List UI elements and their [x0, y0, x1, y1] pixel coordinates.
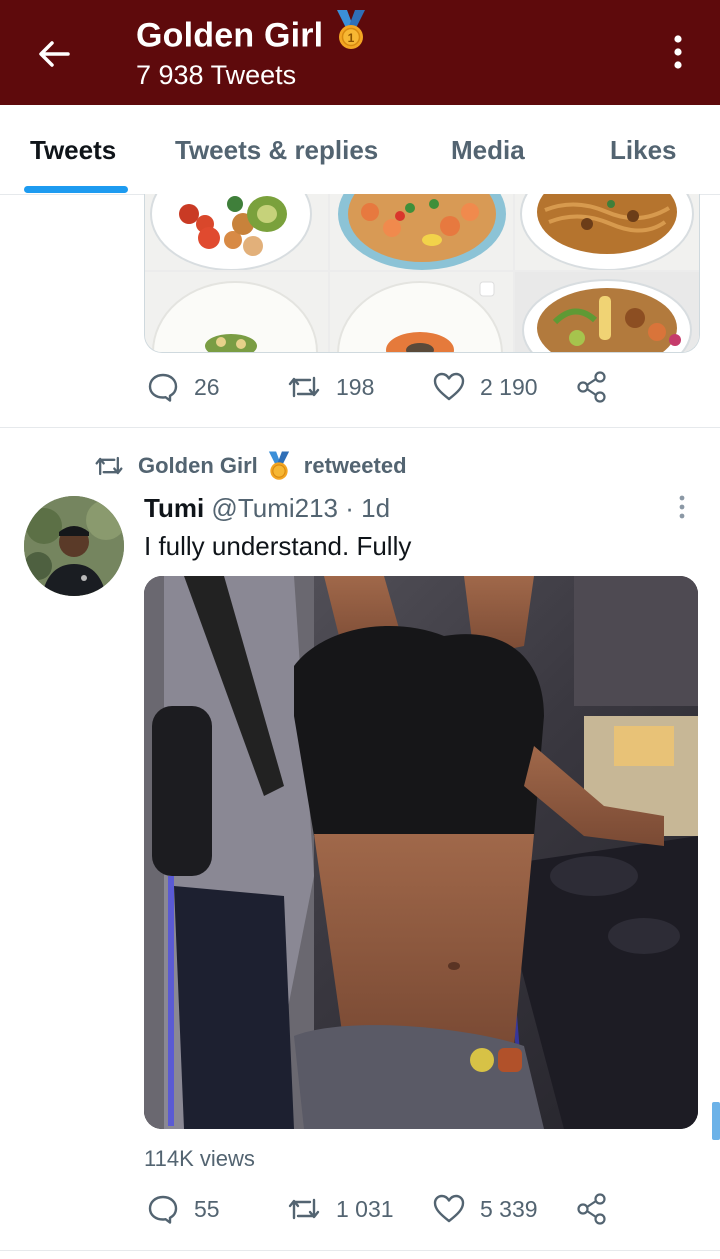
share-icon [577, 371, 606, 403]
tab-likes[interactable]: Likes [610, 135, 677, 166]
share-button[interactable] [576, 370, 622, 404]
page-title: Golden Girl 1 [136, 10, 369, 61]
retweeted-label: retweeted [303, 453, 407, 478]
view-count: 114K views [144, 1146, 255, 1171]
food-image [515, 272, 699, 352]
reply-button[interactable]: 26 [146, 370, 220, 404]
tweet-count: 7 938 Tweets [136, 60, 297, 90]
food-image [145, 272, 328, 352]
reply-button[interactable]: 55 [146, 1192, 220, 1226]
more-vertical-icon [679, 495, 685, 519]
reply-icon [148, 1195, 178, 1224]
tweet-text: I fully understand. Fully [144, 531, 412, 561]
reply-count: 26 [194, 373, 220, 400]
tweet-actions: 26 198 2 190 [146, 370, 616, 410]
medal-icon: 1 [333, 8, 369, 61]
heart-icon [433, 372, 465, 401]
retweet-count: 198 [336, 373, 375, 400]
profile-header: Golden Girl 1 7 938 Tweets [0, 0, 720, 105]
tweet-time: · 1d [345, 493, 391, 523]
tweet-image-grid[interactable] [144, 194, 700, 353]
food-image [515, 194, 699, 270]
tweet-divider [0, 427, 720, 428]
like-button[interactable]: 2 190 [432, 370, 538, 404]
tab-media[interactable]: Media [451, 135, 525, 166]
author-name[interactable]: Tumi [144, 493, 204, 523]
tweet-video[interactable] [144, 576, 698, 1129]
profile-name: Golden Girl [136, 16, 324, 55]
food-image [145, 194, 328, 270]
back-button[interactable] [32, 32, 76, 76]
active-tab-indicator [24, 186, 128, 193]
reply-icon [148, 373, 178, 402]
scrollbar-thumb[interactable] [712, 1102, 720, 1140]
tweet-more-button[interactable] [676, 494, 688, 520]
retweet-count: 1 031 [336, 1195, 394, 1222]
share-icon [577, 1193, 606, 1225]
heart-icon [433, 1194, 465, 1223]
avatar[interactable] [24, 496, 124, 596]
share-button[interactable] [576, 1192, 622, 1226]
tweet-author-line: Tumi @Tumi213 · 1d [144, 492, 390, 524]
reply-count: 55 [194, 1195, 220, 1222]
retweet-icon [95, 456, 123, 476]
medal-icon [268, 451, 289, 480]
profile-tabs: Tweets Tweets & replies Media Likes [0, 105, 720, 195]
retweet-context: Golden Girl retweeted [92, 450, 407, 482]
retweet-icon [288, 1198, 320, 1220]
like-count: 2 190 [480, 373, 538, 400]
like-count: 5 339 [480, 1195, 538, 1222]
tab-tweets[interactable]: Tweets [30, 135, 116, 166]
more-vertical-icon [674, 35, 682, 69]
svg-text:1: 1 [348, 31, 355, 45]
arrow-left-icon [39, 41, 70, 67]
retweet-button[interactable]: 198 [286, 370, 374, 404]
author-handle[interactable]: @Tumi213 [211, 493, 338, 523]
retweet-icon [288, 376, 320, 398]
like-button[interactable]: 5 339 [432, 1192, 538, 1226]
retweet-button[interactable]: 1 031 [286, 1192, 394, 1226]
tweet-divider [0, 1250, 720, 1251]
food-image [330, 194, 513, 270]
more-button[interactable] [668, 30, 688, 74]
food-image [330, 272, 513, 352]
tab-tweets-replies[interactable]: Tweets & replies [175, 135, 378, 166]
tweet-actions: 55 1 031 5 339 [146, 1192, 616, 1232]
retweeter-name[interactable]: Golden Girl [138, 453, 258, 479]
